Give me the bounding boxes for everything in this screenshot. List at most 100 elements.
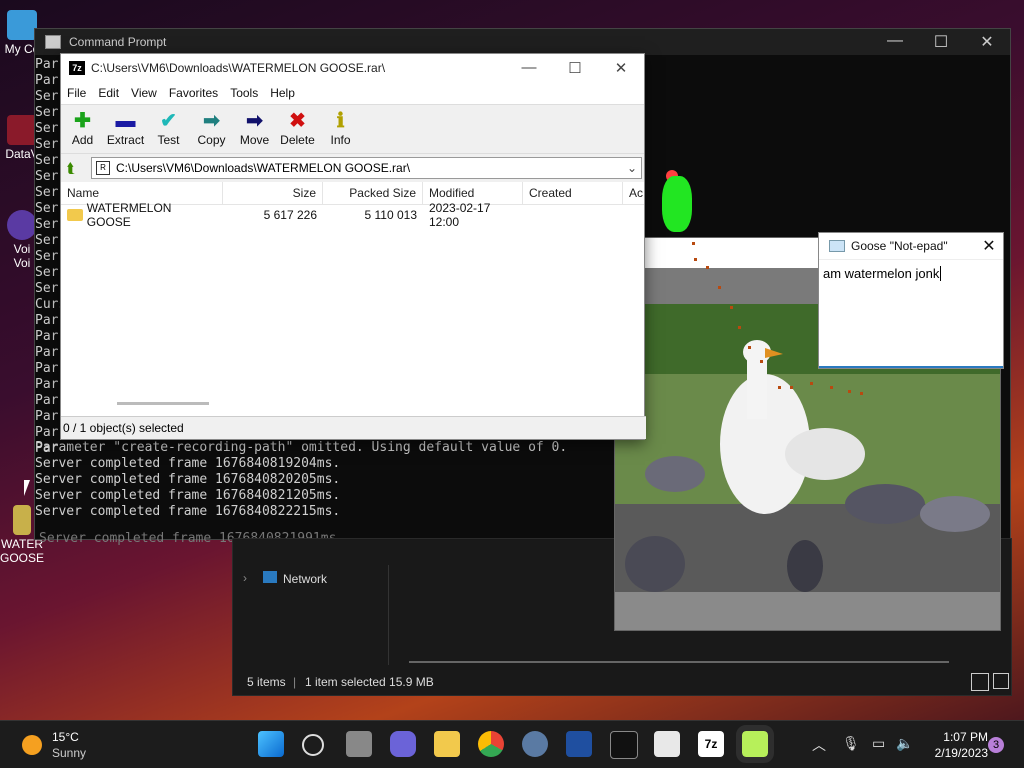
notification-badge[interactable]: 3 bbox=[988, 737, 1004, 753]
tiles-view-icon[interactable] bbox=[993, 673, 1009, 689]
address-input[interactable]: R C:\Users\VM6\Downloads\WATERMELON GOOS… bbox=[91, 157, 642, 179]
cmd-line-prefix: Ser bbox=[35, 153, 59, 168]
column-created[interactable]: Created bbox=[523, 182, 623, 204]
details-view-icon[interactable] bbox=[971, 673, 989, 691]
horizontal-scrollbar[interactable] bbox=[117, 402, 209, 405]
close-button[interactable]: ✕ bbox=[598, 59, 644, 77]
microphone-icon[interactable]: 🎙 bbox=[842, 735, 860, 752]
address-bar: ⮬ R C:\Users\VM6\Downloads\WATERMELON GO… bbox=[61, 153, 644, 182]
chevron-down-icon[interactable]: ⌄ bbox=[623, 161, 641, 175]
cmd-line-prefix: Par bbox=[35, 73, 59, 88]
nav-item-network[interactable]: Network bbox=[283, 572, 327, 586]
x-icon: ✖ bbox=[289, 110, 306, 132]
cmd-line-prefix: Par bbox=[35, 329, 59, 344]
notepad-window[interactable]: Goose "Not-epad" ✕ am watermelon jonk bbox=[818, 232, 1004, 369]
sevenzip-title-bar[interactable]: 7z C:\Users\VM6\Downloads\WATERMELON GOO… bbox=[61, 54, 644, 82]
extract-button[interactable]: ▬ Extract bbox=[104, 105, 147, 147]
chevron-up-icon[interactable]: ︿ bbox=[812, 735, 826, 755]
test-button[interactable]: ✔ Test bbox=[147, 105, 190, 147]
cmd-line-prefix: Par bbox=[35, 393, 59, 408]
clock-time[interactable]: 1:07 PM bbox=[936, 730, 988, 744]
cmd-line-prefix: Par bbox=[35, 57, 59, 72]
notepad-taskbar-icon[interactable] bbox=[654, 731, 680, 757]
desktop-icon-label: Voi bbox=[13, 242, 31, 256]
file-packed-size: 5 110 013 bbox=[364, 208, 418, 222]
column-accessed[interactable]: Ac bbox=[623, 182, 644, 204]
cmd-line-prefix: Ser bbox=[35, 281, 59, 296]
minus-icon: ▬ bbox=[115, 110, 136, 132]
task-view-icon[interactable] bbox=[346, 731, 372, 757]
menu-help[interactable]: Help bbox=[264, 86, 301, 100]
goose-taskbar-icon[interactable] bbox=[736, 725, 774, 763]
network-status-icon[interactable]: ▭ bbox=[872, 735, 885, 752]
windows-start-icon[interactable] bbox=[258, 731, 284, 757]
notepad-text-area[interactable]: am watermelon jonk bbox=[819, 260, 1003, 287]
menu-tools[interactable]: Tools bbox=[224, 86, 264, 100]
maximize-button[interactable]: ☐ bbox=[918, 32, 964, 52]
cmd-line-prefix: Par bbox=[35, 345, 59, 360]
delete-button[interactable]: ✖ Delete bbox=[276, 105, 319, 147]
notepad-title-bar[interactable]: Goose "Not-epad" ✕ bbox=[819, 233, 1003, 260]
file-size: 5 617 226 bbox=[263, 208, 317, 222]
maximize-button[interactable]: ☐ bbox=[552, 59, 598, 77]
menu-favorites[interactable]: Favorites bbox=[163, 86, 224, 100]
weather-temp[interactable]: 15°C bbox=[52, 730, 79, 744]
minimize-button[interactable]: — bbox=[872, 32, 918, 52]
sevenzip-window[interactable]: 7z C:\Users\VM6\Downloads\WATERMELON GOO… bbox=[60, 53, 646, 440]
desktop-goose-sprite[interactable] bbox=[660, 170, 696, 240]
network-icon bbox=[263, 571, 277, 583]
terminal-icon[interactable] bbox=[610, 731, 638, 759]
settings-gear-icon[interactable] bbox=[522, 731, 548, 757]
arrow-right-icon: ➡ bbox=[203, 110, 220, 132]
file-explorer-icon[interactable] bbox=[434, 731, 460, 757]
cmd-line: Parameter "create-recording-path" omitte… bbox=[35, 440, 568, 455]
cmd-line-prefix: Par bbox=[35, 425, 59, 440]
sun-icon[interactable] bbox=[22, 735, 42, 755]
menu-file[interactable]: File bbox=[61, 86, 92, 100]
cmd-line-prefix: Par bbox=[35, 313, 59, 328]
cmd-line-prefix: Ser bbox=[35, 105, 59, 120]
horizontal-scrollbar[interactable] bbox=[409, 661, 949, 663]
taskbar: 15°C Sunny 7z ︿ 🎙 ▭ 🔈 1:07 PM 2/19/2023 … bbox=[0, 720, 1024, 768]
status-text: 0 / 1 object(s) selected bbox=[63, 421, 184, 435]
search-icon[interactable] bbox=[302, 734, 324, 756]
cmd-line-prefix: Ser bbox=[35, 89, 59, 104]
menu-view[interactable]: View bbox=[125, 86, 163, 100]
copy-button[interactable]: ➡ Copy bbox=[190, 105, 233, 147]
computer-icon bbox=[7, 10, 37, 40]
file-name: WATERMELON GOOSE bbox=[86, 201, 172, 229]
column-size[interactable]: Size bbox=[223, 182, 323, 204]
desktop-icon-label: GOOSE bbox=[0, 551, 45, 565]
sevenzip-logo-icon: 7z bbox=[69, 61, 85, 75]
cmd-line-prefix: Ser bbox=[35, 201, 59, 216]
toolbar: ✚ Add ▬ Extract ✔ Test ➡ Copy ➡ Move ✖ Delete … bbox=[61, 104, 644, 153]
minimize-button[interactable]: — bbox=[506, 59, 552, 77]
chrome-icon[interactable] bbox=[478, 731, 504, 757]
volume-icon[interactable]: 🔈 bbox=[896, 735, 913, 752]
chevron-right-icon[interactable]: › bbox=[243, 571, 247, 585]
powershell-icon[interactable] bbox=[566, 731, 592, 757]
cmd-line-prefix: Ser bbox=[35, 217, 59, 232]
notepad-text: am watermelon jonk bbox=[823, 266, 940, 281]
add-button[interactable]: ✚ Add bbox=[61, 105, 104, 147]
close-button[interactable]: ✕ bbox=[975, 236, 1003, 256]
up-folder-icon[interactable]: ⮬ bbox=[67, 160, 83, 176]
info-icon: ℹ bbox=[336, 110, 345, 132]
table-row[interactable]: WATERMELON GOOSE 5 617 226 5 110 013 202… bbox=[61, 201, 644, 229]
info-button[interactable]: ℹ Info bbox=[319, 105, 362, 147]
cmd-line: Server completed frame 1676840822215ms. bbox=[35, 504, 341, 519]
cmd-line-prefix: Par bbox=[35, 409, 59, 424]
menu-edit[interactable]: Edit bbox=[92, 86, 125, 100]
cmd-line-prefix: Ser bbox=[35, 233, 59, 248]
notepad-icon bbox=[829, 240, 845, 252]
weather-desc[interactable]: Sunny bbox=[52, 746, 86, 760]
cmd-title-bar[interactable]: Command Prompt — ☐ ✕ bbox=[35, 29, 1010, 55]
move-button[interactable]: ➡ Move bbox=[233, 105, 276, 147]
notepad-title: Goose "Not-epad" bbox=[851, 239, 948, 253]
close-button[interactable]: ✕ bbox=[964, 32, 1010, 52]
column-packed-size[interactable]: Packed Size bbox=[323, 182, 423, 204]
clock-date[interactable]: 2/19/2023 bbox=[926, 746, 988, 760]
chat-icon[interactable] bbox=[390, 731, 416, 757]
sevenzip-taskbar-icon[interactable]: 7z bbox=[698, 731, 724, 757]
cmd-line: Server completed frame 1676840821205ms. bbox=[35, 488, 341, 503]
